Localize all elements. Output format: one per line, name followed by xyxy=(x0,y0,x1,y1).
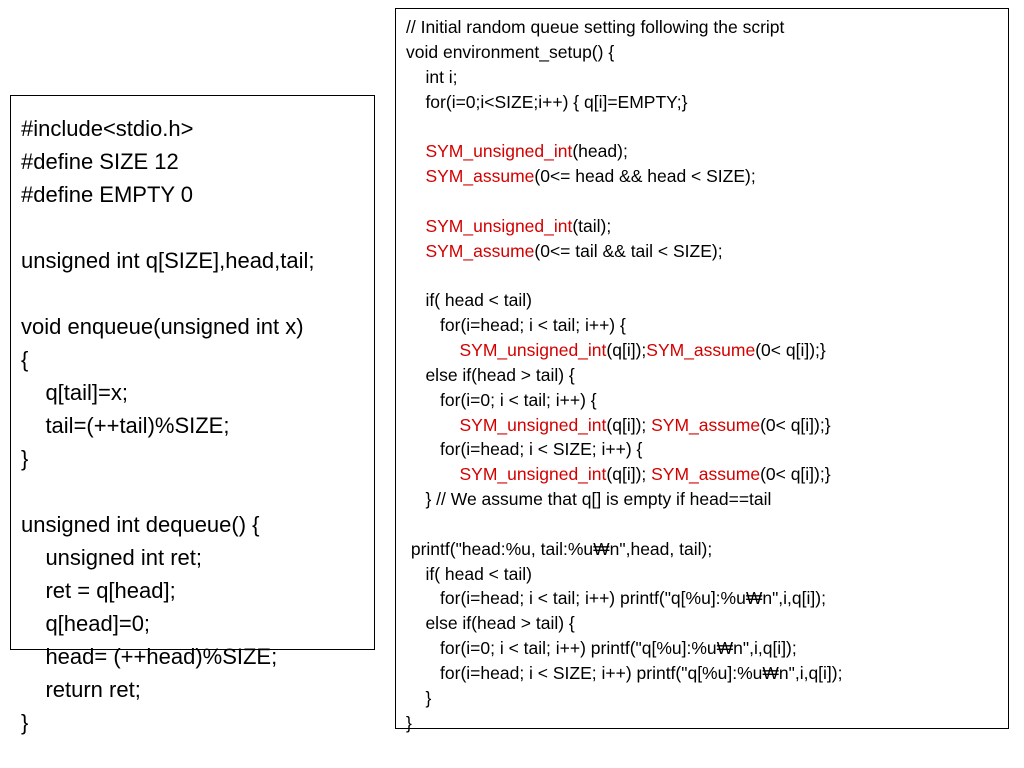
left-code-box: #include<stdio.h> #define SIZE 12 #defin… xyxy=(10,95,375,650)
code-line: for(i=0; i < tail; i++) printf("q[%u]:%u… xyxy=(406,638,797,658)
code-span: (q[i]); xyxy=(606,464,651,484)
code-line: int i; xyxy=(406,67,458,87)
code-line: printf("head:%u, tail:%u₩n",head, tail); xyxy=(406,539,712,559)
code-line: for(i=head; i < tail; i++) printf("q[%u]… xyxy=(406,588,826,608)
code-span: (0<= head && head < SIZE); xyxy=(534,166,755,186)
code-line: } // We assume that q[] is empty if head… xyxy=(406,489,771,509)
sym-call: SYM_assume xyxy=(425,241,534,261)
sym-call: SYM_assume xyxy=(425,166,534,186)
code-line: void environment_setup() { xyxy=(406,42,614,62)
code-line: for(i=head; i < tail; i++) { xyxy=(406,315,626,335)
code-line: else if(head > tail) { xyxy=(406,613,575,633)
code-line: return ret; xyxy=(21,677,141,702)
code-line: } xyxy=(406,713,412,733)
code-line: for(i=0;i<SIZE;i++) { q[i]=EMPTY;} xyxy=(406,92,687,112)
code-span: (head); xyxy=(572,141,627,161)
code-line: else if(head > tail) { xyxy=(406,365,575,385)
code-span xyxy=(406,166,425,186)
code-line: } xyxy=(21,446,28,471)
sym-call: SYM_assume xyxy=(646,340,755,360)
code-line: unsigned int ret; xyxy=(21,545,202,570)
code-line: unsigned int q[SIZE],head,tail; xyxy=(21,248,315,273)
code-span: (0<= tail && tail < SIZE); xyxy=(534,241,722,261)
code-span: (0< q[i]);} xyxy=(760,464,831,484)
right-code-box: // Initial random queue setting followin… xyxy=(395,8,1009,729)
code-line: if( head < tail) xyxy=(406,564,532,584)
code-line: if( head < tail) xyxy=(406,290,532,310)
code-line: head= (++head)%SIZE; xyxy=(21,644,277,669)
sym-call: SYM_assume xyxy=(651,464,760,484)
code-span: (tail); xyxy=(572,216,611,236)
code-span: (0< q[i]);} xyxy=(760,415,831,435)
code-line: q[tail]=x; xyxy=(21,380,128,405)
left-code: #include<stdio.h> #define SIZE 12 #defin… xyxy=(21,112,364,739)
code-span xyxy=(406,241,425,261)
code-span xyxy=(406,141,425,161)
code-span: (q[i]); xyxy=(606,340,646,360)
code-span: (q[i]); xyxy=(606,415,651,435)
sym-call: SYM_unsigned_int xyxy=(459,464,606,484)
code-line: // Initial random queue setting followin… xyxy=(406,17,784,37)
code-line: #define SIZE 12 xyxy=(21,149,179,174)
right-code: // Initial random queue setting followin… xyxy=(406,15,998,735)
code-line: } xyxy=(21,710,28,735)
code-span xyxy=(406,464,459,484)
code-line: q[head]=0; xyxy=(21,611,150,636)
code-line: for(i=head; i < SIZE; i++) { xyxy=(406,439,642,459)
code-line: for(i=0; i < tail; i++) { xyxy=(406,390,597,410)
sym-call: SYM_unsigned_int xyxy=(459,340,606,360)
code-span xyxy=(406,340,459,360)
code-line: } xyxy=(406,688,431,708)
code-line: unsigned int dequeue() { xyxy=(21,512,260,537)
sym-call: SYM_unsigned_int xyxy=(459,415,606,435)
sym-call: SYM_unsigned_int xyxy=(425,216,572,236)
sym-call: SYM_unsigned_int xyxy=(425,141,572,161)
sym-call: SYM_assume xyxy=(651,415,760,435)
code-line: #include<stdio.h> xyxy=(21,116,193,141)
code-line: for(i=head; i < SIZE; i++) printf("q[%u]… xyxy=(406,663,842,683)
code-line: tail=(++tail)%SIZE; xyxy=(21,413,229,438)
page: #include<stdio.h> #define SIZE 12 #defin… xyxy=(0,0,1024,768)
code-span: (0< q[i]);} xyxy=(755,340,826,360)
code-span xyxy=(406,216,425,236)
code-line: ret = q[head]; xyxy=(21,578,176,603)
code-line: { xyxy=(21,347,28,372)
code-line: #define EMPTY 0 xyxy=(21,182,193,207)
code-line: void enqueue(unsigned int x) xyxy=(21,314,304,339)
code-span xyxy=(406,415,459,435)
